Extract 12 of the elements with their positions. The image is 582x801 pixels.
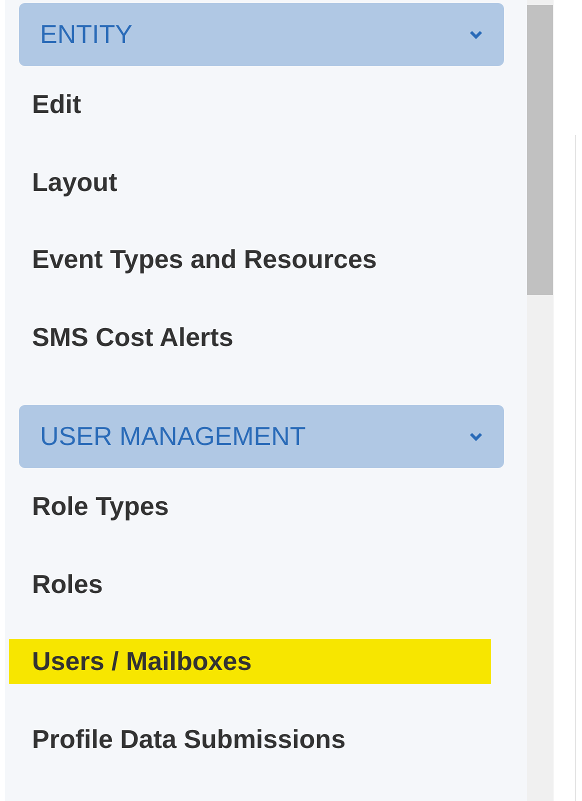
menu-item[interactable]: Role Types: [9, 484, 192, 530]
menu-item[interactable]: Profile Data Submissions: [9, 716, 369, 762]
menu-item[interactable]: Layout: [9, 160, 140, 205]
menu-item[interactable]: Users / Mailboxes: [9, 639, 491, 684]
menu-item[interactable]: SMS Cost Alerts: [9, 314, 256, 360]
chevron-icon: [468, 430, 484, 442]
menu-item[interactable]: Roles: [9, 562, 126, 607]
menu-item[interactable]: Event Types and Resources: [9, 237, 400, 282]
scrollbar-thumb[interactable]: [527, 5, 553, 295]
scrollbar[interactable]: [527, 0, 553, 801]
menu-item[interactable]: Edit: [9, 82, 104, 128]
chevron-icon: [468, 28, 484, 40]
